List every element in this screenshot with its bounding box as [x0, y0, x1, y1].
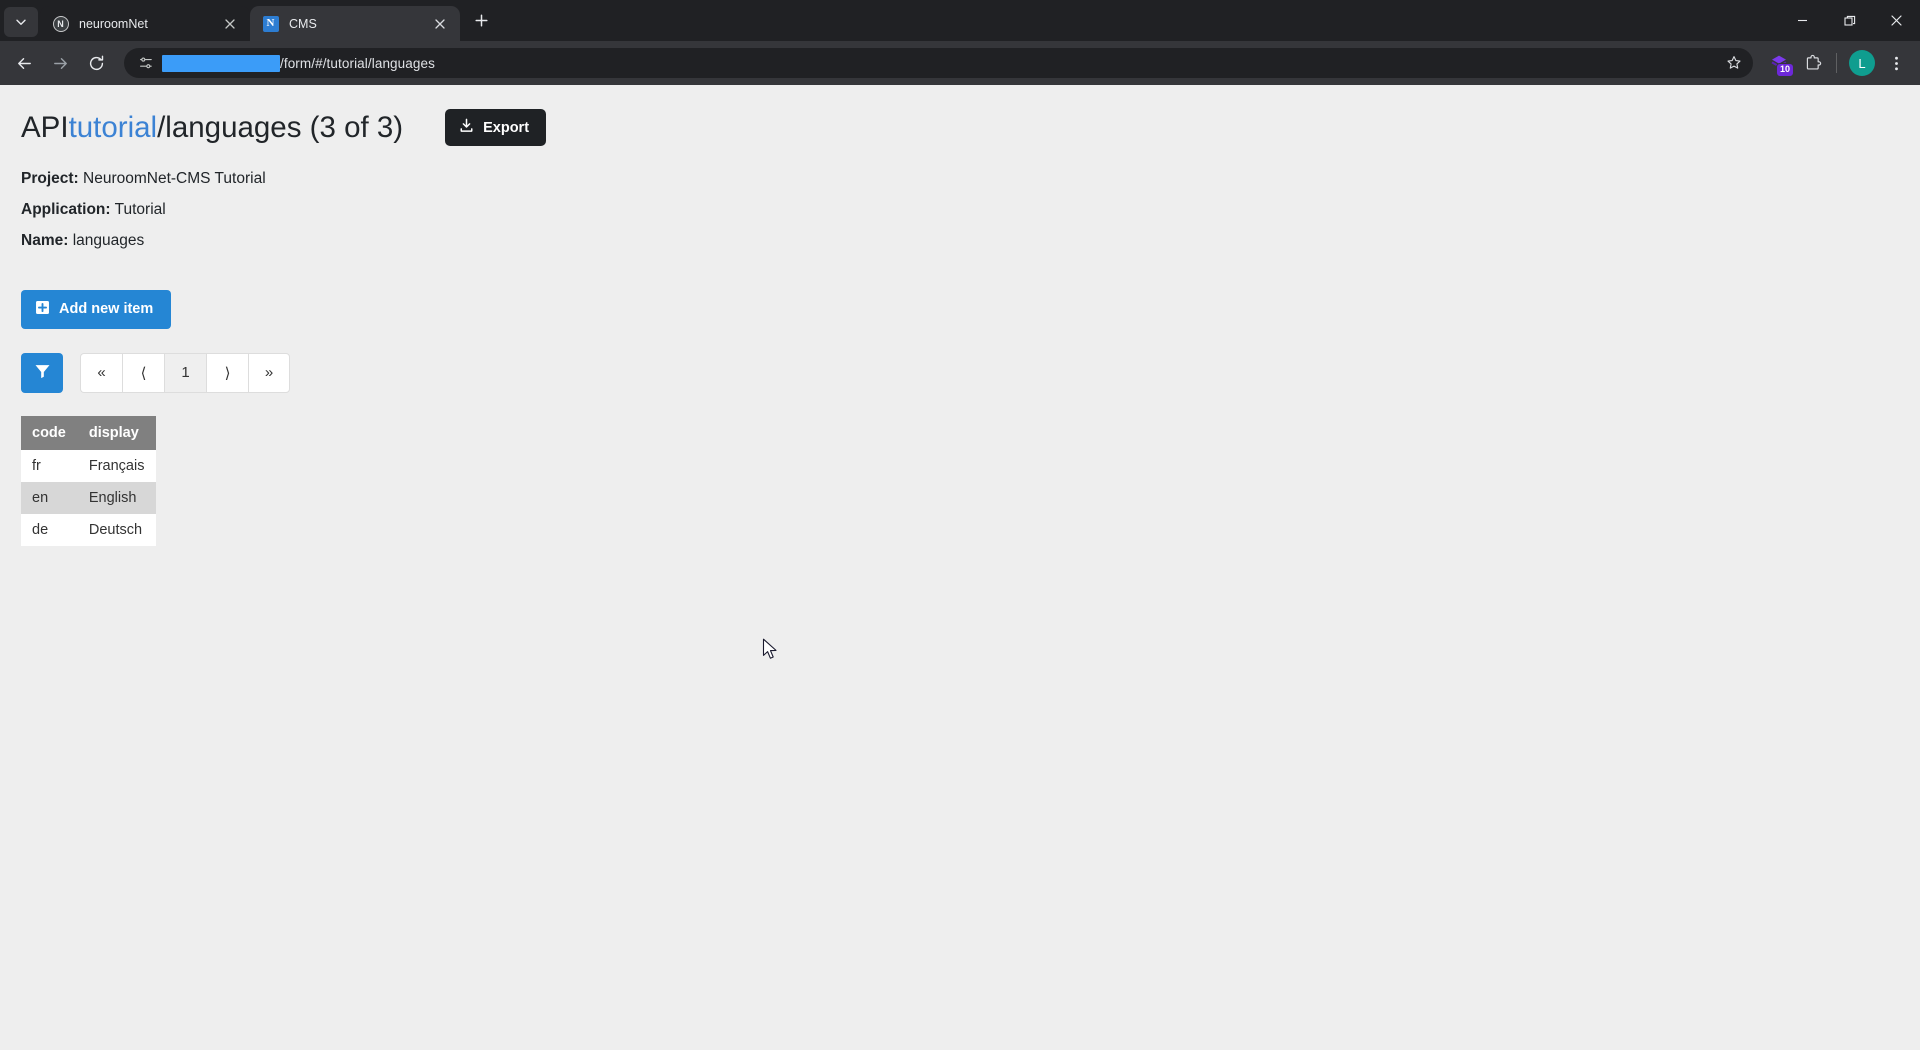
metadata-value: languages — [72, 231, 145, 249]
filter-button[interactable] — [21, 352, 63, 393]
pagination-first-button[interactable]: « — [80, 352, 122, 393]
tab-title: neuroomNet — [79, 16, 148, 31]
new-tab-button[interactable] — [466, 8, 496, 38]
cell-display: English — [88, 489, 137, 506]
minimize-button[interactable] — [1779, 0, 1826, 41]
reload-button[interactable] — [80, 47, 112, 79]
metadata-value: NeuroomNet-CMS Tutorial — [83, 170, 266, 187]
minimize-icon — [1798, 19, 1807, 22]
extension-purple-button[interactable]: 10 — [1763, 47, 1795, 79]
url-redacted-host — [162, 54, 280, 72]
cell-code: en — [32, 489, 49, 506]
star-icon — [1727, 56, 1741, 69]
table-row[interactable]: fr Français — [21, 449, 157, 482]
forward-arrow-icon — [53, 57, 67, 69]
metadata-label: Project: — [21, 170, 79, 187]
metadata-label: Application: — [21, 200, 111, 218]
mouse-cursor — [762, 638, 777, 659]
page-title-suffix: /languages (3 of 3) — [157, 110, 404, 144]
table-body: fr Français en English de Deutsch — [21, 449, 157, 546]
table-row[interactable]: de Deutsch — [21, 513, 157, 546]
bookmark-button[interactable] — [1721, 50, 1747, 76]
extensions-button[interactable] — [1797, 47, 1829, 79]
plus-square-icon — [35, 300, 50, 319]
pagination-next-button[interactable]: ⟩ — [206, 352, 248, 393]
tab-close-button[interactable] — [430, 14, 450, 34]
add-new-item-label: Add new item — [59, 301, 154, 318]
close-icon — [1891, 15, 1902, 26]
page-viewport: API tutorial/languages (3 of 3) Export P… — [0, 85, 1920, 1050]
three-dot-menu-icon — [1894, 56, 1898, 70]
metadata-row-application: Application: Tutorial — [21, 199, 1920, 221]
metadata-label: Name: — [21, 231, 69, 249]
download-icon — [459, 118, 474, 137]
forward-button[interactable] — [44, 47, 76, 79]
avatar: L — [1849, 50, 1875, 76]
table-head: code display — [21, 415, 157, 450]
window-controls — [1779, 0, 1920, 41]
address-bar[interactable]: /form/#/tutorial/languages — [124, 48, 1753, 78]
pagination-prev-button[interactable]: ⟨ — [122, 352, 164, 393]
url-display[interactable]: /form/#/tutorial/languages — [162, 54, 1721, 72]
reload-icon — [89, 55, 103, 70]
close-icon — [435, 18, 445, 29]
browser-tab-neuroomnet[interactable]: N neuroomNet — [40, 6, 250, 41]
metadata-row-project: Project: NeuroomNet-CMS Tutorial — [21, 168, 1920, 190]
tab-close-button[interactable] — [220, 14, 240, 34]
metadata-row-name: Name: languages — [21, 230, 1920, 252]
tab-title: CMS — [289, 16, 317, 31]
browser-toolbar: /form/#/tutorial/languages 10 L — [0, 41, 1920, 85]
tab-strip: N neuroomNet N CMS — [0, 0, 1920, 41]
pagination-page-1[interactable]: 1 — [164, 352, 206, 393]
languages-table: code display fr Français en English de D… — [21, 415, 157, 546]
export-button-label: Export — [483, 119, 530, 136]
browser-tab-cms[interactable]: N CMS — [250, 6, 460, 41]
page-header: API tutorial/languages (3 of 3) Export — [21, 109, 1920, 146]
cell-display: Deutsch — [88, 521, 143, 538]
cms-page: API tutorial/languages (3 of 3) Export P… — [0, 85, 1920, 546]
funnel-icon — [34, 363, 51, 383]
extension-badge-count: 10 — [1775, 63, 1794, 77]
cell-code: de — [32, 521, 49, 538]
cell-code: fr — [32, 457, 41, 474]
tab-favicon-letter: N — [262, 15, 279, 32]
tab-favicon-letter: N — [52, 15, 69, 32]
table-row[interactable]: en English — [21, 481, 157, 514]
browser-window: N neuroomNet N CMS /form/#/tutorial/lang… — [0, 0, 1920, 1050]
metadata-value: Tutorial — [114, 200, 166, 218]
plus-icon — [474, 14, 488, 32]
neuroomnet-logo-icon: N — [52, 15, 69, 32]
page-title: API tutorial/languages (3 of 3) — [21, 111, 403, 145]
page-title-prefix: API — [21, 110, 69, 144]
metadata-block: Project: NeuroomNet-CMS Tutorial Applica… — [21, 168, 1920, 252]
profile-button[interactable]: L — [1846, 47, 1878, 79]
close-window-button[interactable] — [1873, 0, 1920, 41]
browser-menu-button[interactable] — [1880, 47, 1912, 79]
column-header-display[interactable]: display — [77, 415, 157, 450]
cms-logo-icon: N — [262, 15, 279, 32]
restore-icon — [1843, 15, 1855, 26]
close-icon — [225, 18, 235, 29]
pagination: « ⟨ 1 ⟩ » — [80, 352, 290, 393]
column-header-code[interactable]: code — [21, 415, 78, 450]
tab-search-button[interactable] — [4, 7, 38, 37]
export-button[interactable]: Export — [445, 109, 547, 146]
site-settings-sliders-icon[interactable] — [134, 51, 158, 75]
back-arrow-icon — [17, 57, 31, 69]
pagination-last-button[interactable]: » — [248, 352, 290, 393]
toolbar-divider — [1836, 53, 1837, 73]
puzzle-piece-icon — [1806, 54, 1821, 70]
page-title-accent: tutorial — [68, 110, 158, 144]
chevron-down-icon — [15, 16, 27, 28]
table-controls: « ⟨ 1 ⟩ » — [21, 352, 1920, 393]
table-header-row: code display — [21, 415, 157, 450]
url-path: /form/#/tutorial/languages — [280, 55, 435, 71]
back-button[interactable] — [8, 47, 40, 79]
add-new-item-button[interactable]: Add new item — [21, 289, 172, 329]
maximize-button[interactable] — [1826, 0, 1873, 41]
cell-display: Français — [88, 457, 145, 474]
